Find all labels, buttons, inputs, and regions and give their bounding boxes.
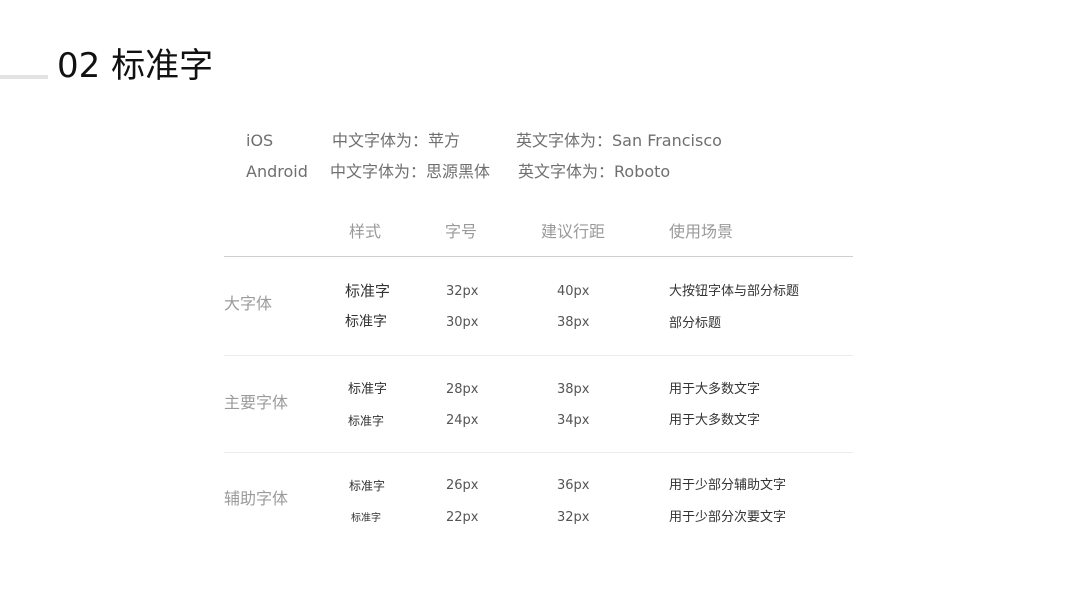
table-cell-line-height: 34px bbox=[557, 413, 590, 428]
table-cell-line-height: 36px bbox=[557, 478, 590, 493]
page-title: 02 标准字 bbox=[57, 46, 214, 86]
group-label-primary: 主要字体 bbox=[224, 393, 289, 412]
table-cell-size: 24px bbox=[446, 413, 479, 428]
platform-english-font-ios: 英文字体为：San Francisco bbox=[516, 131, 722, 150]
table-cell-style: 标准字 bbox=[345, 314, 387, 330]
column-header-size: 字号 bbox=[445, 222, 478, 241]
platform-chinese-font-ios: 中文字体为：苹方 bbox=[332, 131, 461, 150]
platform-chinese-font-android: 中文字体为：思源黑体 bbox=[330, 162, 491, 181]
table-cell-size: 26px bbox=[446, 478, 479, 493]
group-divider bbox=[224, 355, 853, 356]
table-cell-size: 32px bbox=[446, 284, 479, 299]
table-cell-usage: 用于大多数文字 bbox=[669, 413, 761, 428]
table-cell-size: 28px bbox=[446, 382, 479, 397]
table-cell-line-height: 32px bbox=[557, 510, 590, 525]
header-divider bbox=[224, 256, 853, 257]
slide: 02 标准字 iOS 中文字体为：苹方 英文字体为：San Francisco … bbox=[0, 0, 1067, 600]
table-cell-usage: 大按钮字体与部分标题 bbox=[669, 284, 800, 299]
table-cell-usage: 用于少部分次要文字 bbox=[669, 510, 787, 525]
table-cell-style: 标准字 bbox=[351, 513, 381, 524]
title-accent-bar bbox=[0, 75, 48, 79]
table-cell-style: 标准字 bbox=[349, 479, 386, 493]
platform-name-ios: iOS bbox=[246, 131, 274, 150]
table-cell-style: 标准字 bbox=[345, 282, 391, 300]
table-cell-size: 30px bbox=[446, 315, 479, 330]
table-cell-line-height: 40px bbox=[557, 284, 590, 299]
table-cell-usage: 部分标题 bbox=[669, 316, 722, 331]
platform-name-android: Android bbox=[246, 162, 308, 181]
platform-english-font-android: 英文字体为：Roboto bbox=[518, 162, 671, 181]
group-divider bbox=[224, 452, 853, 453]
table-cell-size: 22px bbox=[446, 510, 479, 525]
table-cell-line-height: 38px bbox=[557, 382, 590, 397]
group-label-secondary: 辅助字体 bbox=[224, 489, 289, 508]
column-header-usage: 使用场景 bbox=[669, 222, 734, 241]
table-cell-line-height: 38px bbox=[557, 315, 590, 330]
column-header-style: 样式 bbox=[349, 222, 382, 241]
table-cell-style: 标准字 bbox=[348, 414, 385, 428]
table-cell-usage: 用于大多数文字 bbox=[669, 382, 761, 397]
group-label-large: 大字体 bbox=[224, 294, 273, 313]
column-header-line-height: 建议行距 bbox=[541, 222, 606, 241]
table-cell-usage: 用于少部分辅助文字 bbox=[669, 478, 787, 493]
table-cell-style: 标准字 bbox=[348, 382, 388, 397]
